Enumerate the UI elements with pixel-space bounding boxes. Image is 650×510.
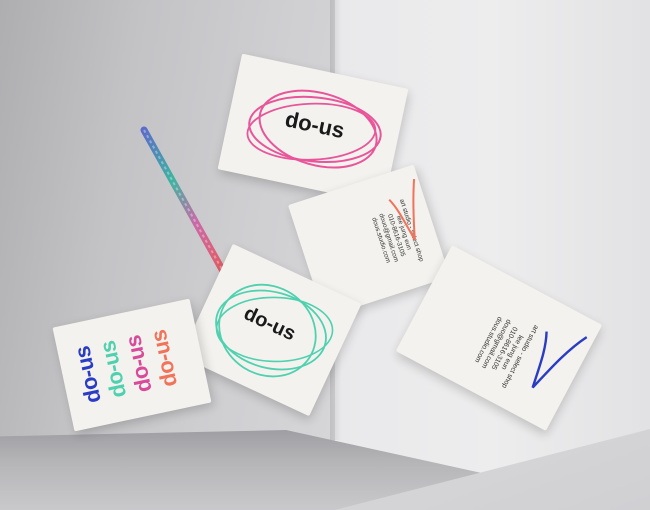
- scene: do-us art studio - select shop lee jung …: [0, 0, 650, 510]
- stacked-logos: do-us do-us do-us do-us: [44, 272, 186, 414]
